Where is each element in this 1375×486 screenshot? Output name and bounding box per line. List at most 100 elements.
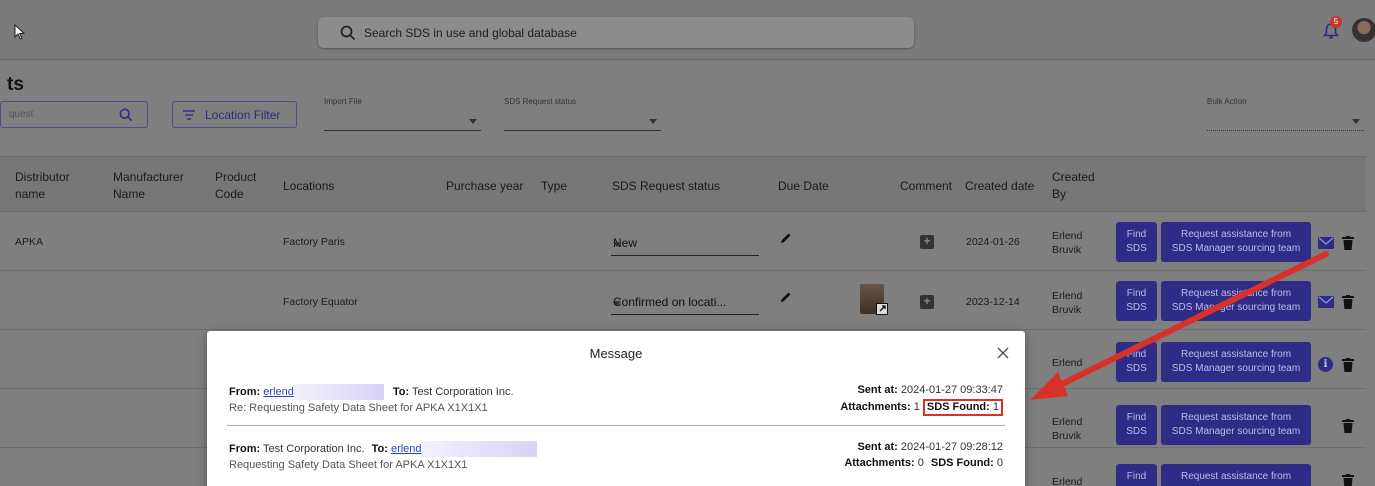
sent-at-label: Sent at: — [857, 441, 898, 453]
request-assistance-line2: SDS Manager sourcing team — [1171, 426, 1301, 437]
delete-icon[interactable] — [1342, 358, 1354, 372]
dialog-title: Message — [589, 346, 643, 361]
request-assistance-line2: SDS Manager sourcing team — [1171, 302, 1301, 313]
from-value: Test Corporation Inc. — [263, 442, 365, 455]
sds-found-value: 1 — [992, 401, 999, 413]
col-purchase-year[interactable]: Purchase year — [446, 178, 523, 195]
request-assistance-button[interactable]: Request assistance from — [1161, 464, 1311, 486]
find-sds-button[interactable]: Find SDS — [1116, 222, 1157, 262]
edit-due-date-icon[interactable] — [780, 232, 792, 244]
distributor-cell: APKA — [15, 236, 44, 248]
created-by-cell: Erlend — [1052, 357, 1083, 369]
location-cell: Factory Paris — [283, 236, 345, 248]
mouse-cursor-icon — [14, 24, 26, 40]
sds-found-highlight: SDS Found: 1 — [922, 399, 1003, 416]
request-assistance-button[interactable]: Request assistance from SDS Manager sourc… — [1161, 222, 1311, 262]
edit-due-date-icon[interactable] — [780, 291, 792, 303]
table-row[interactable]: Factory Equator Confirmed on locati... +… — [0, 271, 1366, 330]
request-assistance-line1: Request assistance from — [1180, 229, 1292, 240]
sent-at-value: 2024-01-27 09:33:47 — [900, 384, 1003, 396]
request-assistance-button[interactable]: Request assistance from SDS Manager sourc… — [1161, 281, 1311, 321]
find-sds-line1: Find — [1126, 229, 1147, 240]
created-date-cell: 2024-01-26 — [966, 236, 1020, 248]
col-created-by[interactable]: Created By — [1052, 169, 1097, 203]
find-sds-line1: Find — [1126, 471, 1147, 482]
add-comment-icon[interactable]: + — [920, 235, 934, 249]
bulk-action-select[interactable]: Bulk Action — [1207, 97, 1364, 131]
request-assistance-button[interactable]: Request assistance from SDS Manager sourc… — [1161, 342, 1311, 382]
created-by-cell: Erlend — [1052, 476, 1083, 486]
dropdown-arrow-icon — [613, 242, 621, 247]
search-icon[interactable] — [119, 108, 133, 122]
created-by-cell: Erlend Bruvik — [1052, 416, 1083, 442]
find-sds-button[interactable]: Find SDS — [1116, 342, 1157, 382]
request-search-input[interactable]: quest — [0, 101, 148, 128]
delete-icon[interactable] — [1342, 295, 1354, 309]
redacted-block — [421, 441, 537, 457]
delete-icon[interactable] — [1342, 419, 1354, 433]
col-product-code[interactable]: Product Code — [215, 169, 270, 203]
attachments-label: Attachments: — [840, 401, 911, 413]
find-sds-button[interactable]: Find — [1116, 464, 1157, 486]
attachments-value: 0 — [917, 457, 924, 469]
find-sds-line1: Find — [1126, 349, 1147, 360]
col-due-date[interactable]: Due Date — [778, 178, 829, 195]
find-sds-line1: Find — [1126, 288, 1147, 299]
filter-icon — [183, 109, 195, 120]
to-label: To: — [371, 442, 388, 455]
col-distributor[interactable]: Distributor name — [15, 169, 95, 203]
request-assistance-line1: Request assistance from — [1180, 349, 1292, 360]
col-manufacturer[interactable]: Manufacturer Name — [113, 169, 203, 203]
message-item[interactable]: From: Test Corporation Inc. To: erlend R… — [229, 441, 1003, 475]
user-avatar[interactable] — [1352, 18, 1375, 42]
request-assistance-line2: SDS Manager sourcing team — [1171, 363, 1301, 374]
close-icon[interactable] — [997, 347, 1009, 359]
to-value: Test Corporation Inc. — [412, 385, 514, 398]
col-type[interactable]: Type — [541, 178, 567, 195]
request-assistance-line1: Request assistance from — [1180, 471, 1292, 482]
message-item[interactable]: From: erlend To: Test Corporation Inc. R… — [229, 384, 1003, 418]
mail-icon[interactable] — [1318, 237, 1334, 249]
import-file-select[interactable]: Import File — [324, 97, 481, 131]
status-select[interactable]: Confirmed on locati... — [611, 291, 759, 315]
sds-request-status-select[interactable]: SDS Request status — [504, 97, 661, 131]
to-label: To: — [392, 385, 410, 398]
mail-icon[interactable] — [1318, 296, 1334, 308]
col-sds-request-status[interactable]: SDS Request status — [612, 178, 720, 195]
request-assistance-line2: SDS Manager sourcing team — [1171, 243, 1301, 254]
col-comment[interactable]: Comment — [900, 178, 952, 195]
search-icon — [340, 25, 356, 40]
location-filter-button[interactable]: Location Filter — [172, 101, 297, 128]
location-filter-label: Location Filter — [205, 107, 281, 122]
created-by-cell: Erlend Bruvik — [1052, 230, 1083, 256]
from-email-link[interactable]: erlend — [263, 386, 294, 398]
table-row[interactable]: APKA Factory Paris New + 2024-01-26 Erle… — [0, 212, 1366, 271]
message-dialog[interactable]: Message From: erlend To: Test Corporatio… — [207, 331, 1025, 486]
message-divider — [227, 425, 1005, 426]
dropdown-arrow-icon — [649, 119, 657, 124]
to-email-link[interactable]: erlend — [391, 443, 422, 455]
col-locations[interactable]: Locations — [283, 178, 334, 195]
col-created-date[interactable]: Created date — [965, 178, 1034, 195]
delete-icon[interactable] — [1342, 236, 1354, 250]
find-sds-button[interactable]: Find SDS — [1116, 281, 1157, 321]
import-file-label: Import File — [324, 97, 362, 106]
sent-at-label: Sent at: — [857, 384, 898, 396]
find-sds-line1: Find — [1126, 412, 1147, 423]
request-assistance-button[interactable]: Request assistance from SDS Manager sourc… — [1161, 405, 1311, 445]
delete-icon[interactable] — [1342, 474, 1354, 486]
status-select[interactable]: New — [611, 232, 759, 256]
global-search-input[interactable]: Search SDS in use and global database — [318, 17, 914, 48]
open-external-icon[interactable] — [876, 303, 888, 315]
find-sds-button[interactable]: Find SDS — [1116, 405, 1157, 445]
attachments-value: 1 — [913, 401, 920, 413]
top-bar: Search SDS in use and global database 5 — [0, 0, 1375, 60]
add-comment-icon[interactable]: + — [920, 295, 934, 309]
table-header: Distributor name Manufacturer Name Produ… — [0, 156, 1366, 212]
page-title: ts — [7, 74, 24, 95]
info-icon[interactable]: i — [1318, 357, 1333, 372]
dropdown-arrow-icon — [613, 301, 621, 306]
find-sds-line2: SDS — [1126, 302, 1147, 313]
sds-found-label: SDS Found: — [926, 401, 990, 413]
sds-found-label: SDS Found: — [930, 457, 994, 469]
